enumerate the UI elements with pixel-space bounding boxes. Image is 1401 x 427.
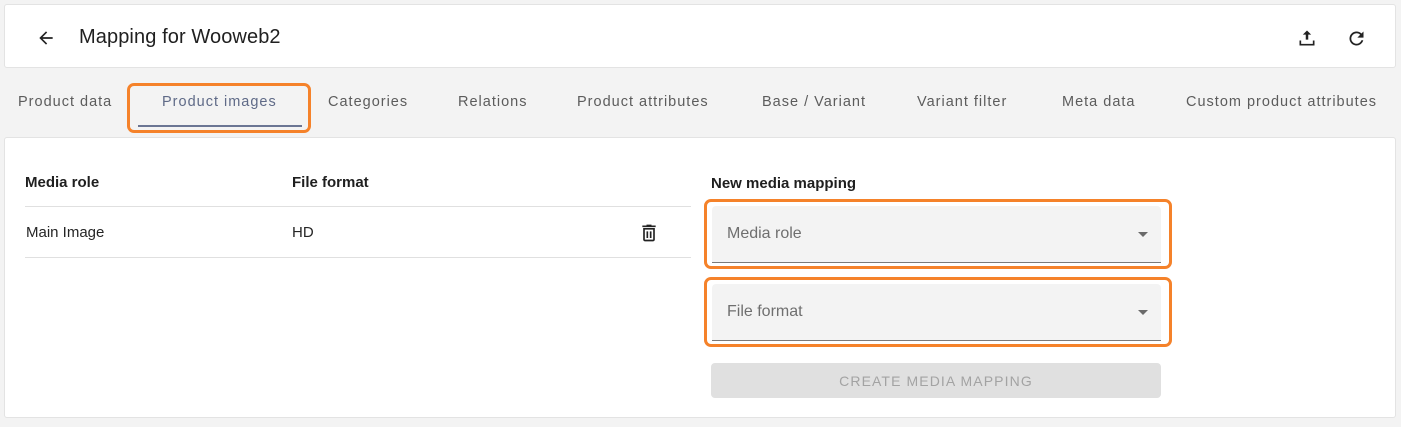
tab-product-images[interactable]: Product images (162, 94, 277, 110)
upload-icon (1299, 30, 1315, 46)
tab-bar: Product data Product images Categories R… (0, 70, 1401, 136)
delete-button[interactable] (637, 221, 661, 245)
file-format-select[interactable]: File format (712, 284, 1161, 341)
tab-relations[interactable]: Relations (458, 94, 527, 110)
media-role-placeholder: Media role (727, 225, 802, 242)
cell-media-role: Main Image (26, 224, 105, 241)
column-header-media-role: Media role (25, 174, 100, 191)
media-role-select[interactable]: Media role (712, 206, 1161, 263)
tab-product-attributes[interactable]: Product attributes (577, 94, 709, 110)
arrow-left-icon (39, 31, 53, 45)
refresh-icon (1348, 30, 1363, 45)
trash-icon (642, 224, 656, 242)
new-mapping-title: New media mapping (711, 175, 857, 192)
page-title: Mapping for Wooweb2 (79, 26, 281, 48)
column-header-file-format: File format (292, 174, 369, 191)
upload-button[interactable] (1294, 25, 1320, 51)
tab-variant-filter[interactable]: Variant filter (917, 94, 1007, 110)
tab-custom-product-attributes[interactable]: Custom product attributes (1186, 94, 1377, 110)
refresh-button[interactable] (1343, 25, 1369, 51)
tab-meta-data[interactable]: Meta data (1062, 94, 1136, 110)
tab-product-data[interactable]: Product data (18, 94, 112, 110)
file-format-placeholder: File format (727, 303, 803, 320)
table-divider (25, 257, 691, 258)
chevron-down-icon (1138, 310, 1148, 315)
create-media-mapping-button[interactable]: CREATE MEDIA MAPPING (711, 363, 1161, 398)
back-button[interactable] (33, 25, 59, 51)
app-header: Mapping for Wooweb2 (4, 4, 1396, 68)
tab-categories[interactable]: Categories (328, 94, 408, 110)
chevron-down-icon (1138, 232, 1148, 237)
tab-base-variant[interactable]: Base / Variant (762, 94, 866, 110)
active-tab-indicator (138, 125, 302, 127)
content-panel: Media role File format Main Image HD New… (4, 137, 1396, 418)
cell-file-format: HD (292, 224, 314, 241)
table-divider (25, 206, 691, 207)
